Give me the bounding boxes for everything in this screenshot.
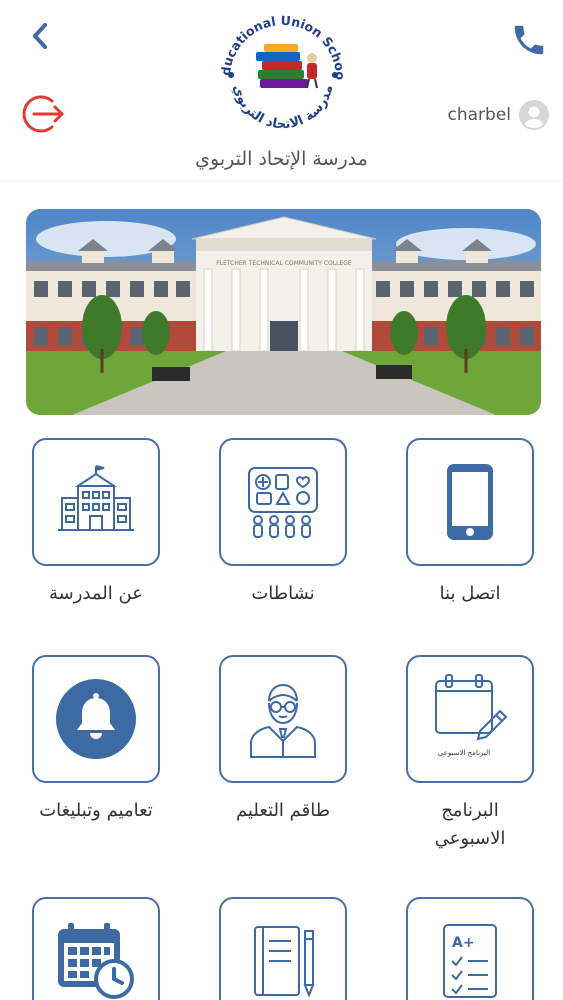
- contact-us-tile[interactable]: [406, 438, 534, 566]
- school-banner-image: FLETCHER TECHNICAL COMMUNITY COLLEGE: [26, 209, 541, 415]
- phone-icon: [514, 25, 544, 55]
- announcements-label: تعاميم وتبليغات: [39, 800, 153, 821]
- teaching-staff-label: طاقم التعليم: [235, 800, 331, 821]
- about-school-label: عن المدرسة: [49, 583, 143, 604]
- calendar-tile[interactable]: [32, 897, 160, 1000]
- back-button[interactable]: [22, 18, 58, 54]
- user-avatar-icon: [519, 100, 549, 130]
- user-name: charbel: [447, 105, 511, 125]
- bell-icon: [56, 679, 136, 759]
- building-sign: FLETCHER TECHNICAL COMMUNITY COLLEGE: [216, 260, 352, 267]
- teacher-icon: [250, 683, 316, 758]
- activities-label: نشاطات: [251, 583, 315, 604]
- school-logo: Educational Union School مدرسة الاتحاد ا…: [208, 0, 348, 132]
- app-header: Educational Union School مدرسة الاتحاد ا…: [0, 0, 563, 180]
- calendar-icon: [58, 923, 134, 999]
- weekly-schedule-icon: البرنامج الاسبوعي: [435, 674, 508, 757]
- user-info[interactable]: charbel: [447, 100, 549, 130]
- about-school-tile[interactable]: [32, 438, 160, 566]
- announcements-tile[interactable]: [32, 655, 160, 783]
- call-button[interactable]: [507, 18, 551, 62]
- chevron-left-icon: [33, 23, 47, 49]
- notebook-pencil-icon: [254, 926, 315, 998]
- app-screen: Educational Union School مدرسة الاتحاد ا…: [0, 0, 563, 1000]
- logout-icon: [22, 95, 64, 133]
- teaching-staff-tile[interactable]: [219, 655, 347, 783]
- contact-us-label: اتصل بنا: [439, 583, 501, 604]
- weekly-schedule-icon-caption: البرنامج الاسبوعي: [438, 749, 490, 757]
- activities-tile[interactable]: [219, 438, 347, 566]
- school-name: مدرسة الإتحاد التربوي: [195, 148, 368, 170]
- weekly-schedule-tile[interactable]: البرنامج الاسبوعي: [406, 655, 534, 783]
- mobile-phone-icon: [447, 464, 493, 540]
- header-divider: [0, 180, 563, 181]
- grade-text: A+: [452, 935, 475, 951]
- weekly-schedule-label-line2: الاسبوعي: [434, 828, 506, 849]
- weekly-schedule-label: البرنامج الاسبوعي: [380, 797, 560, 853]
- weekly-schedule-label-line1: البرنامج: [441, 800, 499, 821]
- svg-text:مدرسة الاتحاد التربوي: مدرسة الاتحاد التربوي: [229, 83, 336, 132]
- activities-board-icon: [248, 467, 318, 538]
- school-building-icon: [58, 465, 134, 531]
- logout-button[interactable]: [22, 90, 70, 138]
- grades-tile[interactable]: A+: [406, 897, 534, 1000]
- homework-tile[interactable]: [219, 897, 347, 1000]
- grades-checklist-icon: A+: [443, 924, 497, 998]
